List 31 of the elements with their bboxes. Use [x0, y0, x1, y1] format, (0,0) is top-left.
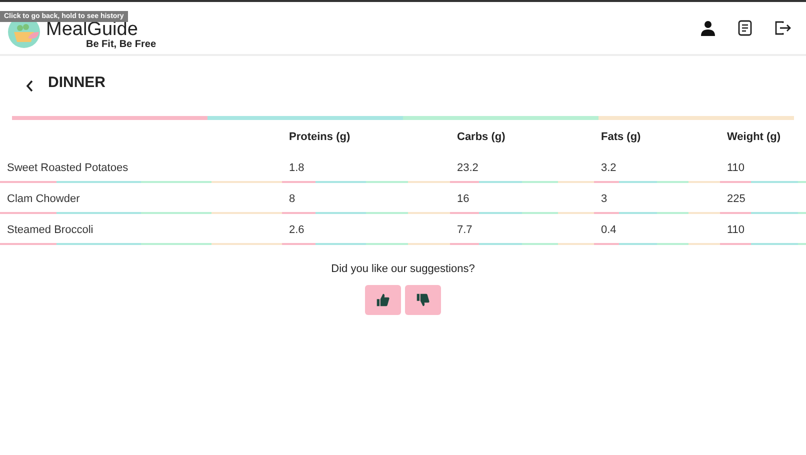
table-cell: 16	[457, 192, 470, 204]
table-cell: 225	[727, 192, 746, 204]
column-header: Proteins (g)	[289, 131, 350, 143]
table-cell: Steamed Broccoli	[7, 224, 94, 236]
table-cell: 110	[727, 162, 745, 174]
table-cell: 23.2	[457, 162, 478, 174]
app-title: MealGuide	[46, 20, 139, 39]
table-cell: 8	[289, 192, 296, 204]
table-cell: Clam Chowder	[7, 192, 80, 204]
tagline: Be Fit, Be Free	[86, 39, 156, 50]
thumbs-down-icon	[416, 293, 430, 307]
page-title: DINNER	[48, 74, 106, 90]
table-cell: 0.4	[601, 224, 616, 236]
thumbs-up-icon	[376, 293, 390, 307]
document-icon[interactable]	[738, 20, 752, 36]
thumbs-up-button[interactable]	[365, 285, 401, 315]
table-cell: 3	[601, 192, 608, 204]
thumbs-down-button[interactable]	[405, 285, 441, 315]
back-icon[interactable]	[26, 80, 34, 92]
table-cell: Sweet Roasted Potatoes	[7, 162, 128, 174]
logout-icon[interactable]	[774, 20, 792, 36]
table-cell: 110	[727, 224, 745, 236]
table-cell: 1.8	[289, 162, 304, 174]
feedback-question: Did you like our suggestions?	[331, 263, 475, 275]
table-cell: 2.6	[289, 224, 304, 236]
column-header: Fats (g)	[601, 131, 641, 143]
table-cell: 3.2	[601, 162, 616, 174]
column-header: Weight (g)	[727, 131, 781, 143]
table-cell: 7.7	[457, 224, 472, 236]
column-header: Carbs (g)	[457, 131, 506, 143]
user-icon[interactable]	[700, 20, 716, 36]
